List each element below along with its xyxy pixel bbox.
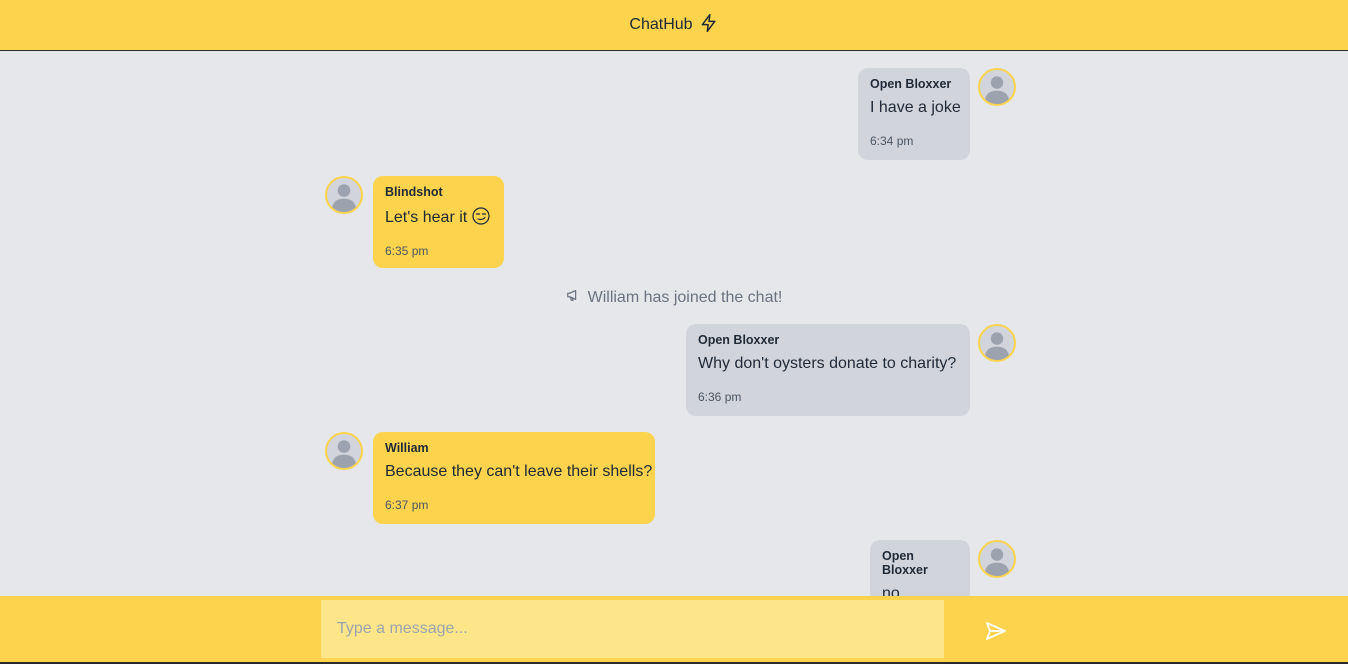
message-time: 6:34 pm [870,134,914,148]
message-text: no [882,585,900,596]
message-sender: Open Bloxxer [882,549,928,577]
message-text: Let's hear it [385,209,468,226]
message-bubble: Open Bloxxer Why don't oysters donate to… [686,324,970,416]
avatar [325,176,363,214]
avatar [978,68,1016,106]
send-icon [984,622,1008,646]
message-input[interactable] [321,600,944,658]
app-header: ChatHub [0,0,1348,51]
message-bubble: Open Bloxxer no [870,540,970,596]
app-title: ChatHub [629,16,693,33]
smirking-face-icon [472,207,490,225]
message-bubble: Open Bloxxer I have a joke 6:34 pm [858,68,970,160]
message-sender: William [385,441,429,455]
message-bubble: William Because they can't leave their s… [373,432,655,524]
message-time: 6:37 pm [385,498,429,512]
system-notice-text: William has joined the chat! [587,288,783,306]
lightning-icon [699,13,719,38]
message-text: Because they can't leave their shells? [385,463,653,480]
message-feed[interactable]: Open Bloxxer I have a joke 6:34 pm Blind… [0,52,1348,596]
avatar [978,324,1016,362]
message-sender: Blindshot [385,185,443,199]
message-sender: Open Bloxxer [698,333,780,347]
composer-bar [0,596,1348,664]
send-button[interactable] [982,619,1010,645]
megaphone-icon [566,288,580,307]
message-text: I have a joke [870,99,961,116]
system-notice: William has joined the chat! [0,288,1348,307]
message-bubble: Blindshot Let's hear it 6:35 pm [373,176,504,268]
message-time: 6:35 pm [385,244,429,258]
message-sender: Open Bloxxer [870,77,952,91]
message-time: 6:36 pm [698,390,742,404]
avatar [325,432,363,470]
brand: ChatHub [629,13,718,38]
avatar [978,540,1016,578]
message-text-row: Let's hear it [385,207,492,227]
message-text: Why don't oysters donate to charity? [698,355,957,372]
